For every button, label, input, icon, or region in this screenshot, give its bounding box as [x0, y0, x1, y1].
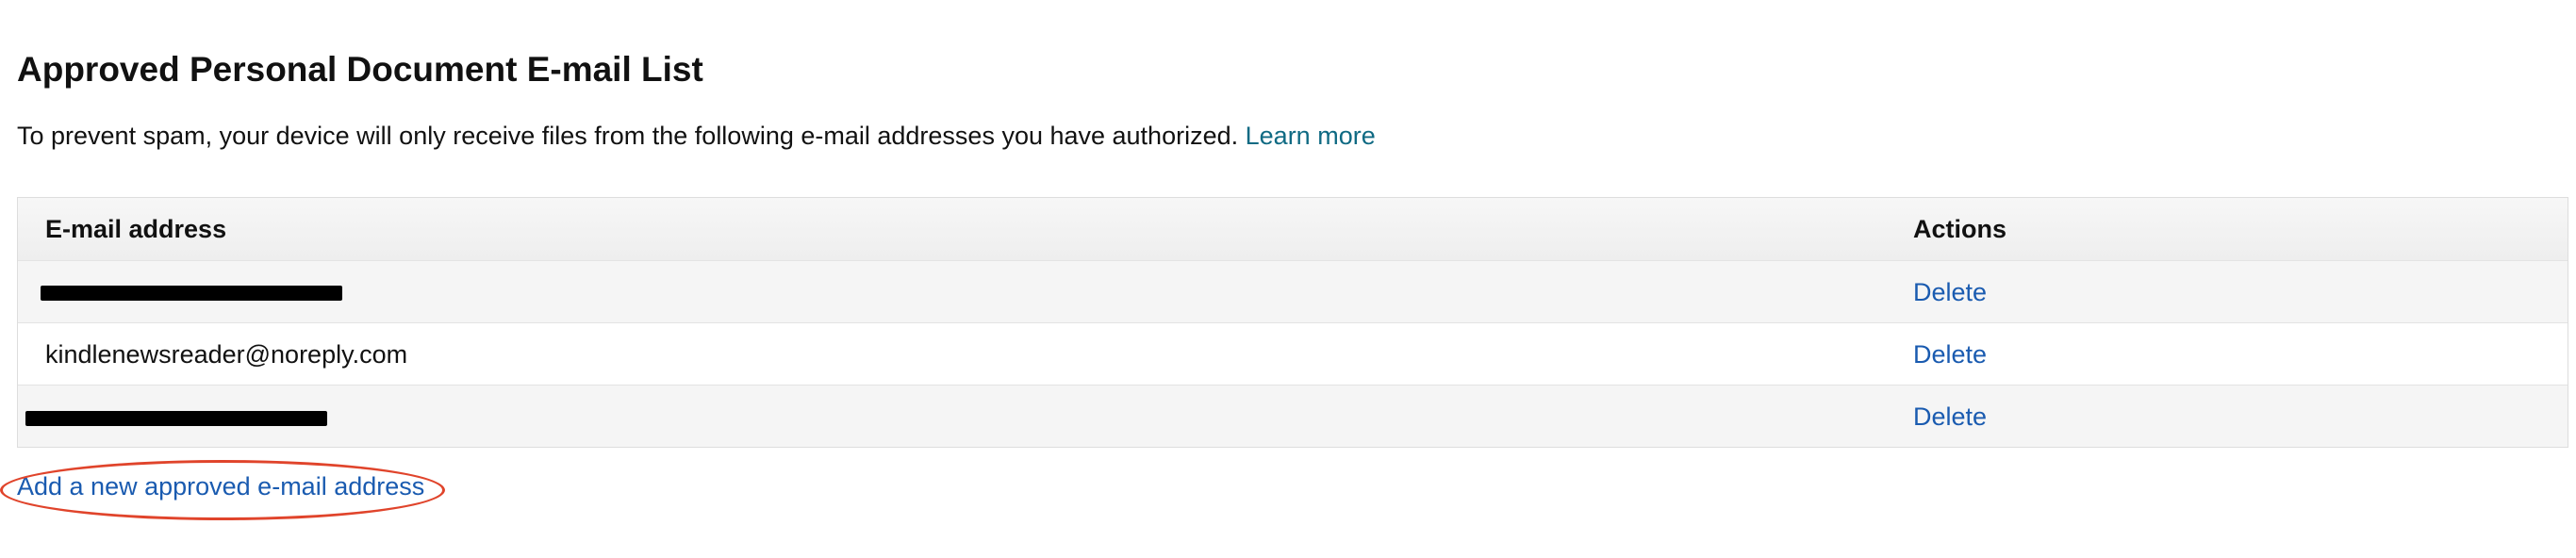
approved-email-list-page: Approved Personal Document E-mail List T…	[0, 0, 2576, 558]
table-header-row: E-mail address Actions	[18, 198, 2568, 260]
redaction-bar	[41, 286, 342, 301]
approved-email-table: E-mail address Actions Delete kindlenews…	[17, 197, 2568, 448]
actions-column-header: Actions	[1913, 215, 2007, 243]
page-title: Approved Personal Document E-mail List	[17, 50, 703, 89]
delete-link[interactable]: Delete	[1913, 323, 1987, 386]
redaction-bar	[25, 411, 327, 426]
email-column-header: E-mail address	[45, 215, 227, 243]
table-row: kindlenewsreader@noreply.com Delete	[18, 322, 2568, 385]
delete-link[interactable]: Delete	[1913, 386, 1987, 448]
add-approved-email-link[interactable]: Add a new approved e-mail address	[17, 470, 424, 502]
delete-link[interactable]: Delete	[1913, 261, 1987, 323]
page-description: To prevent spam, your device will only r…	[17, 119, 1376, 153]
table-row: Delete	[18, 385, 2568, 447]
email-cell: kindlenewsreader@noreply.com	[45, 340, 408, 369]
learn-more-link[interactable]: Learn more	[1246, 122, 1376, 150]
table-row: Delete	[18, 260, 2568, 322]
description-text: To prevent spam, your device will only r…	[17, 122, 1239, 150]
